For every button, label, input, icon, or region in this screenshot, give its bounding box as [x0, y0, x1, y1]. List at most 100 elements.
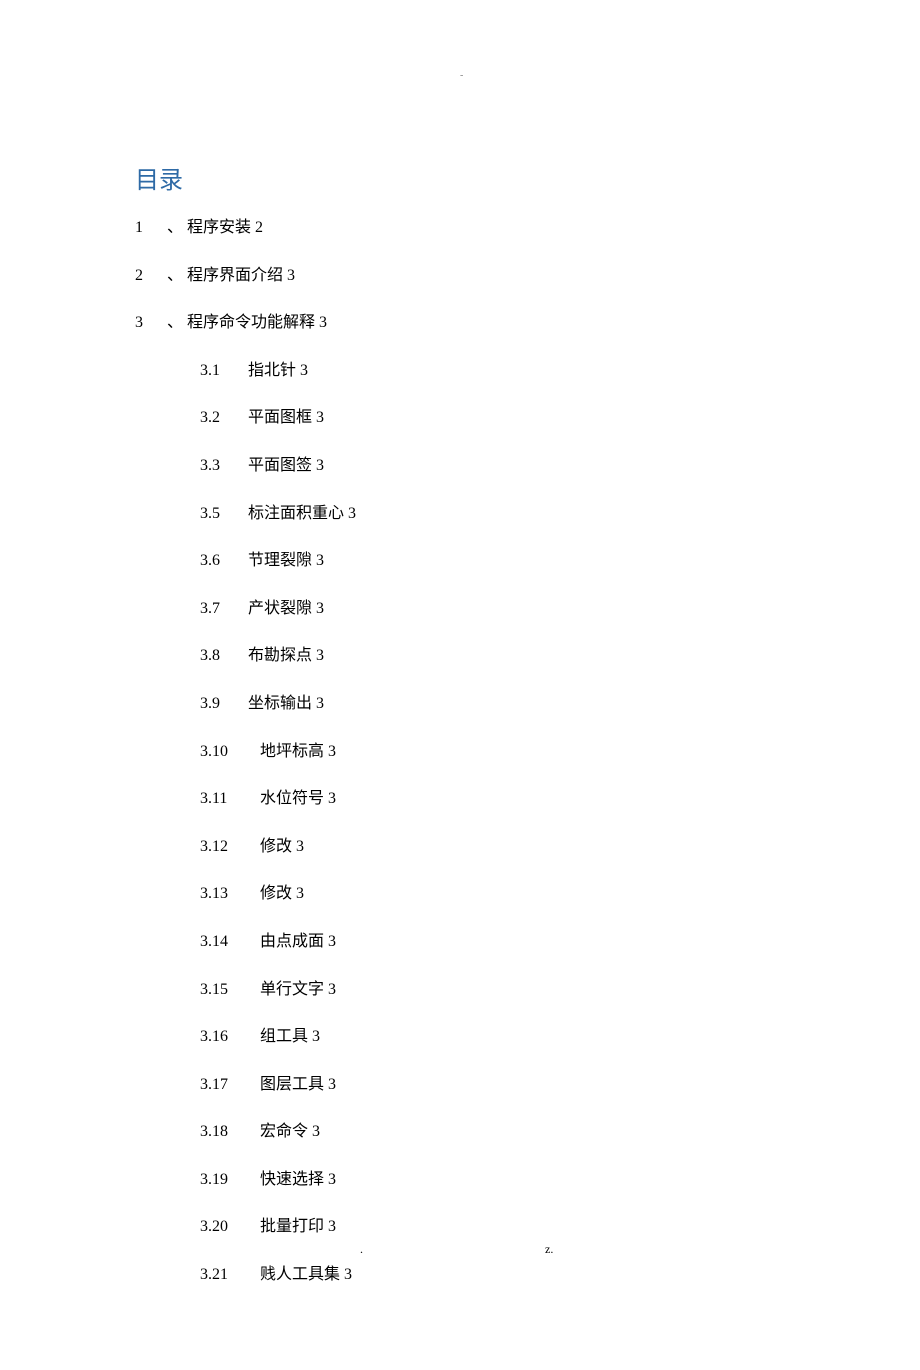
toc-sub-item: 3.20批量打印 3 [135, 1214, 785, 1240]
toc-sub-page: 3 [328, 1218, 336, 1235]
toc-sub-title: 快速选择 [260, 1171, 324, 1188]
toc-sub-item: 3.16组工具 3 [135, 1024, 785, 1050]
toc-top-title: 程序安装 [187, 219, 251, 236]
toc-sub-page: 3 [328, 1076, 336, 1093]
toc-sub-item: 3.10地坪标高 3 [135, 739, 785, 765]
toc-sub-item: 3.19快速选择 3 [135, 1167, 785, 1193]
toc-sub-title: 修改 [260, 885, 292, 902]
toc-sub-num: 3.8 [200, 643, 248, 669]
toc-title: 目录 [135, 160, 785, 195]
toc-sub-num: 3.6 [200, 548, 248, 574]
toc-sub-title: 坐标输出 [248, 695, 312, 712]
toc-top-item: 3 、 程序命令功能解释 3 [135, 310, 785, 336]
toc-sub-item: 3.7产状裂隙 3 [135, 596, 785, 622]
toc-sub-num: 3.10 [200, 739, 260, 765]
toc-sub-num: 3.5 [200, 501, 248, 527]
toc-sub-item: 3.5标注面积重心 3 [135, 501, 785, 527]
toc-sub-page: 3 [316, 695, 324, 712]
toc-sub-item: 3.12修改 3 [135, 834, 785, 860]
toc-sub-item: 3.17图层工具 3 [135, 1072, 785, 1098]
toc-sub-title: 节理裂隙 [248, 552, 312, 569]
toc-sub-title: 修改 [260, 838, 292, 855]
toc-top-sep: 、 [167, 267, 183, 284]
toc-sub-title: 指北针 [248, 362, 296, 379]
toc-sub-page: 3 [300, 362, 308, 379]
toc-sub-item: 3.13修改 3 [135, 881, 785, 907]
toc-sub-page: 3 [328, 981, 336, 998]
toc-sub-page: 3 [316, 457, 324, 474]
toc-sub-item: 3.11水位符号 3 [135, 786, 785, 812]
toc-sub-item: 3.6节理裂隙 3 [135, 548, 785, 574]
toc-top-title: 程序命令功能解释 [187, 314, 315, 331]
toc-sub-num: 3.12 [200, 834, 260, 860]
toc-sub-title: 布勘探点 [248, 647, 312, 664]
toc-sub-title: 图层工具 [260, 1076, 324, 1093]
toc-sub-num: 3.9 [200, 691, 248, 717]
toc-sub-title: 由点成面 [260, 933, 324, 950]
toc-top-page: 3 [319, 314, 327, 331]
toc-top-num: 1 [135, 215, 163, 241]
toc-sub-num: 3.19 [200, 1167, 260, 1193]
toc-sub-num: 3.11 [200, 786, 260, 812]
toc-top-sep: 、 [167, 219, 183, 236]
toc-sub-item: 3.1指北针 3 [135, 358, 785, 384]
toc-top-item: 2 、 程序界面介绍 3 [135, 263, 785, 289]
toc-sub-title: 平面图框 [248, 409, 312, 426]
toc-sub-num: 3.18 [200, 1119, 260, 1145]
toc-sub-title: 单行文字 [260, 981, 324, 998]
page-content: 目录 1 、 程序安装 2 2 、 程序界面介绍 3 3 、 程序命令功能解释 … [0, 0, 920, 1370]
toc-sub-title: 产状裂隙 [248, 600, 312, 617]
toc-sub-page: 3 [312, 1123, 320, 1140]
toc-sub-title: 批量打印 [260, 1218, 324, 1235]
toc-sub-title: 组工具 [260, 1028, 308, 1045]
toc-sub-page: 3 [344, 1266, 352, 1283]
footer-dot: . [360, 1242, 363, 1257]
toc-sub-title: 贱人工具集 [260, 1266, 340, 1283]
toc-sub-page: 3 [348, 505, 356, 522]
toc-sub-item: 3.18宏命令 3 [135, 1119, 785, 1145]
toc-sub-title: 地坪标高 [260, 743, 324, 760]
toc-top-num: 3 [135, 310, 163, 336]
toc-sub-item: 3.21贱人工具集 3 [135, 1262, 785, 1288]
toc-sub-page: 3 [296, 885, 304, 902]
toc-sub-num: 3.13 [200, 881, 260, 907]
toc-sub-page: 3 [312, 1028, 320, 1045]
toc-sub-title: 平面图签 [248, 457, 312, 474]
toc-sub-num: 3.20 [200, 1214, 260, 1240]
toc-sub-item: 3.3平面图签 3 [135, 453, 785, 479]
toc-sub-page: 3 [316, 600, 324, 617]
toc-sub-num: 3.1 [200, 358, 248, 384]
toc-sub-page: 3 [328, 743, 336, 760]
footer-z: z. [545, 1242, 553, 1257]
toc-sub-page: 3 [328, 1171, 336, 1188]
toc-sub-item: 3.8布勘探点 3 [135, 643, 785, 669]
toc-sub-num: 3.17 [200, 1072, 260, 1098]
toc-sub-num: 3.3 [200, 453, 248, 479]
toc-sub-page: 3 [328, 933, 336, 950]
toc-top-item: 1 、 程序安装 2 [135, 215, 785, 241]
toc-sub-num: 3.2 [200, 405, 248, 431]
toc-sub-title: 宏命令 [260, 1123, 308, 1140]
toc-sub-page: 3 [316, 552, 324, 569]
toc-sub-item: 3.2平面图框 3 [135, 405, 785, 431]
toc-sub-item: 3.9坐标输出 3 [135, 691, 785, 717]
toc-top-num: 2 [135, 263, 163, 289]
toc-top-sep: 、 [167, 314, 183, 331]
toc-sub-num: 3.16 [200, 1024, 260, 1050]
toc-sub-page: 3 [328, 790, 336, 807]
header-mark: - [460, 70, 463, 81]
toc-sub-page: 3 [296, 838, 304, 855]
toc-sub-item: 3.14由点成面 3 [135, 929, 785, 955]
toc-sub-page: 3 [316, 647, 324, 664]
toc-top-page: 3 [287, 267, 295, 284]
toc-sub-page: 3 [316, 409, 324, 426]
toc-sub-num: 3.7 [200, 596, 248, 622]
toc-sub-item: 3.15单行文字 3 [135, 977, 785, 1003]
toc-top-title: 程序界面介绍 [187, 267, 283, 284]
toc-top-page: 2 [255, 219, 263, 236]
toc-sub-num: 3.14 [200, 929, 260, 955]
toc-sub-title: 标注面积重心 [248, 505, 344, 522]
toc-sub-title: 水位符号 [260, 790, 324, 807]
toc-sub-num: 3.21 [200, 1262, 260, 1288]
toc-sub-num: 3.15 [200, 977, 260, 1003]
